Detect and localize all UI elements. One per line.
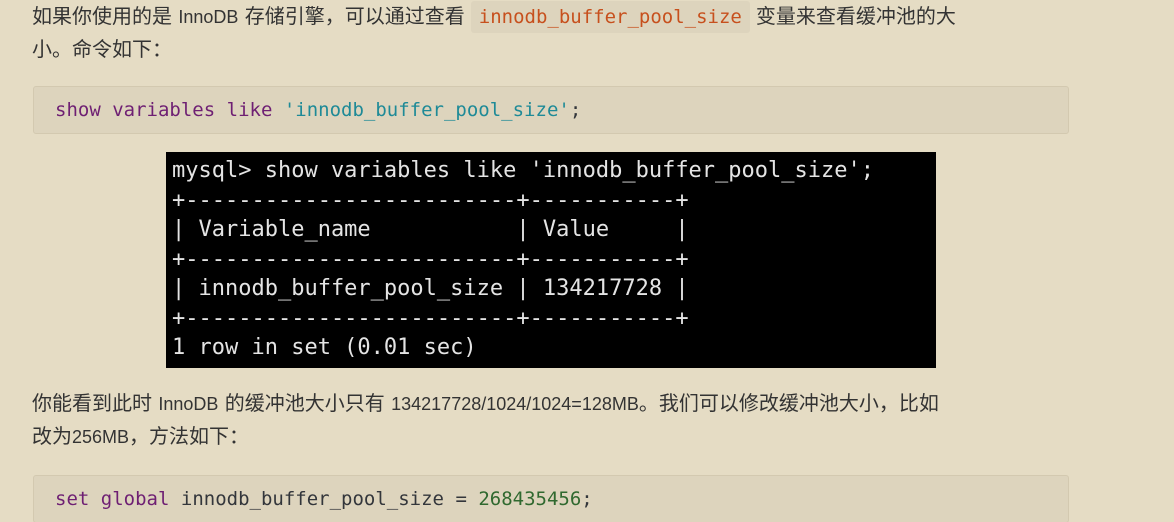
intro-innodb: InnoDB <box>178 7 239 27</box>
intro-text-1: 如果你使用的是 <box>32 4 179 28</box>
terminal-table-border: +-------------------------+-----------+ <box>172 187 689 213</box>
result-text-3: 。我们可以修改缓冲池大小，比如 <box>638 391 939 415</box>
number-literal: 268435456 <box>478 488 582 510</box>
result-text-5: ，方法如下： <box>129 424 250 448</box>
result-text-2: 的缓冲池大小只有 <box>218 391 392 415</box>
code-block-show-variables[interactable]: show variables like 'innodb_buffer_pool_… <box>33 86 1069 134</box>
result-innodb: InnoDB <box>158 394 219 414</box>
code-block-set-global[interactable]: set global innodb_buffer_pool_size = 268… <box>33 475 1069 522</box>
terminal-screenshot: mysql> show variables like 'innodb_buffe… <box>166 152 936 368</box>
keyword-like: like <box>226 99 273 121</box>
intro-paragraph: 如果你使用的是 InnoDB 存储引擎，可以通过查看 innodb_buffer_… <box>32 0 1077 65</box>
terminal-table-border: +-------------------------+-----------+ <box>172 246 689 272</box>
inline-code-variable: innodb_buffer_pool_size <box>470 1 750 33</box>
equals-sign: = <box>455 488 467 510</box>
terminal-result-summary: 1 row in set (0.01 sec) <box>172 335 477 360</box>
terminal-table-header: | Variable_name | Value | <box>172 217 689 242</box>
terminal-table-row: | innodb_buffer_pool_size | 134217728 | <box>172 276 689 301</box>
variable-name: innodb_buffer_pool_size <box>180 488 444 510</box>
keyword-variables: variables <box>112 99 216 121</box>
intro-text-3: 变量来查看缓冲池的大 <box>755 4 956 28</box>
result-text-1: 你能看到此时 <box>32 391 159 415</box>
string-literal: 'innodb_buffer_pool_size' <box>283 99 570 121</box>
intro-text-2: 存储引擎，可以通过查看 <box>238 4 465 28</box>
terminal-command-line: mysql> show variables like 'innodb_buffe… <box>172 158 874 183</box>
semicolon: ; <box>569 99 582 121</box>
intro-text-4: 小。命令如下： <box>32 37 172 61</box>
result-256mb: 256MB <box>72 427 130 447</box>
result-calculation: 134217728/1024/1024=128MB <box>391 394 639 414</box>
result-paragraph: 你能看到此时 InnoDB 的缓冲池大小只有 134217728/1024/10… <box>32 387 1077 453</box>
keyword-set: set <box>55 488 90 510</box>
semicolon: ; <box>581 488 593 510</box>
keyword-global: global <box>100 488 170 510</box>
keyword-show: show <box>55 99 101 121</box>
terminal-table-border: +-------------------------+-----------+ <box>172 305 689 331</box>
result-text-4: 改为 <box>32 424 72 448</box>
